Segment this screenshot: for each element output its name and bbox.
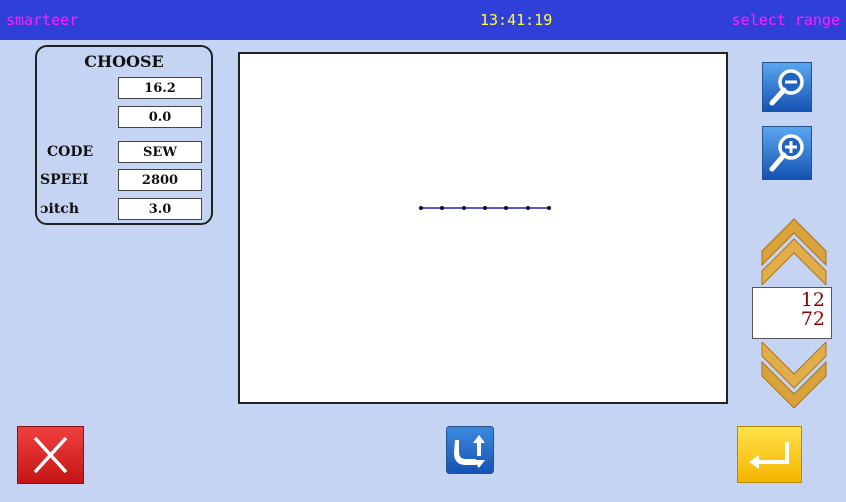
app-name: smarteer [6,11,79,29]
zoom-out-button[interactable] [762,62,812,112]
mode-switch-button[interactable] [446,426,494,474]
stitch-point [419,206,423,210]
page-total: 72 [800,308,825,330]
pitch-value[interactable]: 3.0 [118,198,202,220]
param-label-1 [47,77,117,99]
enter-icon [737,426,802,483]
param-value-2[interactable]: 0.0 [118,106,202,128]
stitch-point [462,206,466,210]
stitch-point [526,206,530,210]
page-counter: 12 72 [752,287,832,339]
close-icon [17,426,84,484]
chevron-up-icon [761,218,827,285]
clock: 13:41:19 [480,11,553,29]
mode-label: select range [731,11,840,29]
parameter-panel: CHOOSE 16.2 0.0 CODE SEW SPEEI 2800 ɔitc… [35,45,213,225]
stitch-point [504,206,508,210]
speed-value[interactable]: 2800 [118,169,202,191]
pattern-canvas[interactable] [238,52,728,404]
path-switch-icon [446,426,494,474]
stitch-point [483,206,487,210]
zoom-in-button[interactable] [762,126,812,180]
pitch-label: ɔitch [40,201,80,217]
speed-label: SPEEI [40,172,89,188]
stitch-preview [419,206,551,210]
status-bar: smarteer 13:41:19 select range [0,0,846,40]
zoom-in-icon [762,126,812,180]
stitch-point [547,206,551,210]
code-value[interactable]: SEW [118,141,202,163]
zoom-out-icon [762,62,812,112]
param-value-1[interactable]: 16.2 [118,77,202,99]
param-label-2 [47,106,117,128]
code-label: CODE [47,144,94,160]
enter-button[interactable] [737,426,802,483]
page-up-button[interactable] [760,215,828,285]
stitch-point [440,206,444,210]
page-current: 12 [800,289,825,311]
cancel-button[interactable] [17,426,84,484]
chevron-down-icon [761,342,827,408]
page-down-button[interactable] [760,342,828,408]
panel-title: CHOOSE [84,52,164,71]
